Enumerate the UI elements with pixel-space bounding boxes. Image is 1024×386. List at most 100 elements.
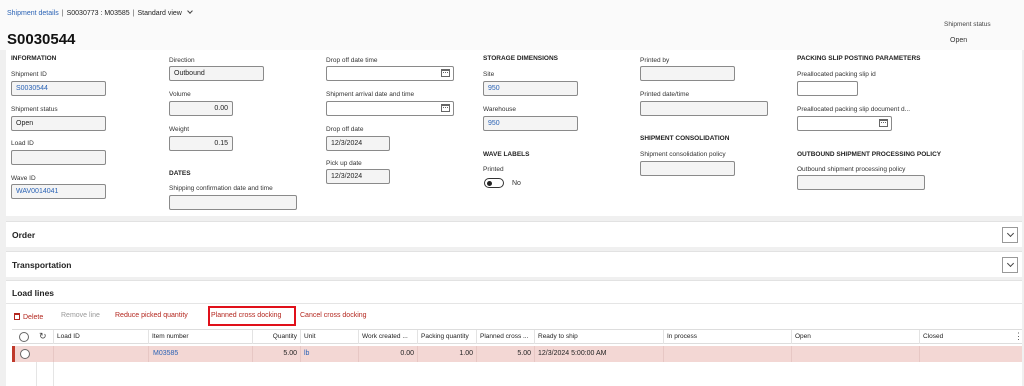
chevron-down-icon[interactable] — [186, 8, 193, 14]
breadcrumb-record: S0030773 : M03585 — [66, 10, 130, 17]
shipment-consolidation-section-title: SHIPMENT CONSOLIDATION — [640, 135, 730, 142]
shipment-id-field[interactable]: S0030544 — [11, 81, 106, 96]
load-lines-title[interactable]: Load lines — [12, 288, 54, 298]
pick-up-date-label: Pick up date — [326, 160, 362, 167]
printed-toggle-value: No — [512, 180, 521, 187]
breadcrumb-separator: | — [61, 10, 64, 17]
information-section-title: INFORMATION — [11, 55, 57, 62]
shipment-status-field[interactable]: Open — [11, 116, 106, 131]
volume-field[interactable]: 0.00 — [169, 101, 233, 116]
wave-id-label: Wave ID — [11, 175, 36, 182]
consolidation-policy-label: Shipment consolidation policy — [640, 151, 726, 158]
calendar-icon[interactable] — [441, 104, 450, 112]
preallocated-id-label: Preallocated packing slip id — [797, 71, 876, 78]
pick-up-date-field[interactable]: 12/3/2024 — [326, 169, 390, 184]
site-field[interactable]: 950 — [483, 81, 578, 96]
column-load-id[interactable]: Load ID — [53, 330, 148, 344]
order-fasttab[interactable]: Order — [6, 221, 1022, 247]
remove-line-button[interactable]: Remove line — [61, 312, 100, 319]
delete-button[interactable]: Delete — [14, 312, 43, 321]
cell-open — [791, 346, 919, 362]
cell-in-process — [663, 346, 791, 362]
shipment-id-label: Shipment ID — [11, 71, 47, 78]
dates-section-title: DATES — [169, 170, 191, 177]
breadcrumb-shipment-details[interactable]: Shipment details — [7, 10, 59, 17]
direction-field[interactable]: Outbound — [169, 66, 264, 81]
transportation-fasttab[interactable]: Transportation — [6, 251, 1022, 277]
warehouse-field[interactable]: 950 — [483, 116, 578, 131]
preallocated-date-field[interactable] — [797, 116, 892, 131]
cell-item-number[interactable]: M03585 — [148, 346, 252, 362]
grid-column-line — [53, 362, 54, 386]
shipment-status-label: Shipment status — [11, 106, 58, 113]
cell-unit[interactable]: lb — [300, 346, 358, 362]
load-id-label: Load ID — [11, 140, 34, 147]
divider — [6, 303, 1022, 304]
reduce-picked-quantity-button[interactable]: Reduce picked quantity — [115, 312, 188, 319]
shipping-confirmation-field[interactable] — [169, 195, 297, 210]
drop-off-date-field[interactable]: 12/3/2024 — [326, 136, 390, 151]
cell-work-created: 0.00 — [358, 346, 417, 362]
drop-off-datetime-field[interactable] — [326, 66, 454, 81]
row-select-checkbox[interactable] — [20, 349, 30, 359]
grid-column-line — [36, 362, 37, 386]
consolidation-policy-field[interactable] — [640, 161, 735, 176]
transportation-fasttab-title: Transportation — [12, 260, 72, 270]
delete-button-label: Delete — [23, 314, 44, 321]
arrival-datetime-label: Shipment arrival date and time — [326, 91, 415, 98]
cell-load-id[interactable] — [53, 346, 148, 362]
packing-slip-section-title: PACKING SLIP POSTING PARAMETERS — [797, 55, 921, 62]
printed-toggle[interactable] — [484, 178, 504, 188]
warehouse-label: Warehouse — [483, 106, 516, 113]
column-packing-quantity[interactable]: Packing quantity — [417, 330, 476, 344]
chevron-down-icon[interactable] — [1002, 227, 1018, 243]
refresh-icon[interactable]: ↻ — [39, 332, 47, 341]
column-unit[interactable]: Unit — [300, 330, 358, 344]
direction-label: Direction — [169, 57, 195, 64]
site-label: Site — [483, 71, 495, 78]
wave-id-field[interactable]: WAV0014041 — [11, 184, 106, 199]
arrival-datetime-field[interactable] — [326, 101, 454, 116]
weight-field[interactable]: 0.15 — [169, 136, 233, 151]
column-work-created[interactable]: Work created ... — [358, 330, 417, 344]
column-open[interactable]: Open — [791, 330, 919, 344]
header-status-label: Shipment status — [944, 21, 991, 28]
header-status-value: Open — [950, 37, 968, 44]
column-item-number[interactable]: Item number — [148, 330, 252, 344]
outbound-policy-label: Outbound shipment processing policy — [797, 166, 906, 173]
cell-planned-cross: 5.00 — [476, 346, 534, 362]
calendar-icon[interactable] — [441, 69, 450, 77]
table-row[interactable]: M03585 5.00 lb 0.00 1.00 5.00 12/3/2024 … — [12, 346, 1022, 362]
grid-header: ↻ Load ID Item number Quantity Unit Work… — [12, 329, 1023, 344]
page-title: S0030544 — [7, 31, 76, 48]
view-selector[interactable]: Standard view — [137, 10, 181, 17]
column-closed[interactable]: Closed — [919, 330, 1009, 344]
shipping-confirmation-label: Shipping confirmation date and time — [169, 185, 273, 192]
cell-quantity: 5.00 — [252, 346, 300, 362]
column-quantity[interactable]: Quantity — [252, 330, 300, 344]
printed-datetime-field[interactable] — [640, 101, 768, 116]
chevron-down-icon[interactable] — [1002, 257, 1018, 273]
select-all-checkbox[interactable] — [19, 332, 29, 342]
outbound-policy-section-title: OUTBOUND SHIPMENT PROCESSING POLICY — [797, 151, 942, 158]
more-options-icon[interactable]: ⋮ — [1014, 331, 1023, 342]
volume-label: Volume — [169, 91, 191, 98]
grid-empty-area — [12, 362, 1022, 386]
printed-label: Printed — [483, 166, 504, 173]
calendar-icon[interactable] — [879, 119, 888, 127]
column-in-process[interactable]: In process — [663, 330, 791, 344]
column-ready-to-ship[interactable]: Ready to ship — [534, 330, 663, 344]
weight-label: Weight — [169, 126, 190, 133]
column-planned-cross[interactable]: Planned cross ... — [476, 330, 534, 344]
trash-icon — [14, 313, 20, 320]
page-header — [0, 0, 1024, 50]
cancel-cross-docking-button[interactable]: Cancel cross docking — [300, 312, 367, 319]
breadcrumb-separator: | — [132, 10, 135, 17]
planned-cross-docking-button[interactable]: Planned cross docking — [211, 312, 281, 319]
cell-closed — [919, 346, 1022, 362]
drop-off-date-label: Drop off date — [326, 126, 364, 133]
load-id-field[interactable] — [11, 150, 106, 165]
printed-by-field[interactable] — [640, 66, 735, 81]
outbound-policy-field[interactable] — [797, 175, 925, 190]
preallocated-id-field[interactable] — [797, 81, 858, 96]
